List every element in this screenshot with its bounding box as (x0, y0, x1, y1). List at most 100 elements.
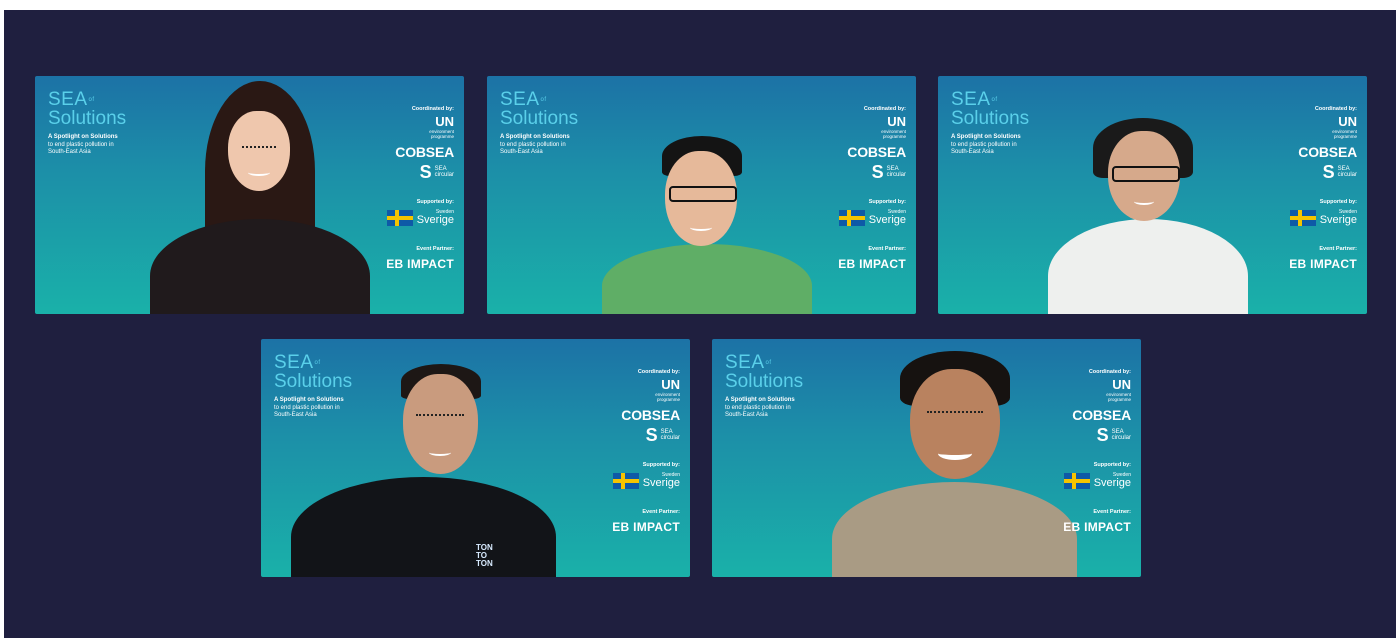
tile-text: South-East Asia (725, 412, 768, 418)
tile-text: SEA circular (661, 429, 680, 441)
tile-text: circular (434, 172, 454, 178)
un-logo: UN (1338, 114, 1357, 129)
torso (602, 244, 812, 314)
sweden-logo: Sweden Sverige (1051, 472, 1131, 489)
tile-text: Coordinated by: (1314, 106, 1357, 112)
tile-text: SEA circular (1112, 429, 1131, 441)
tile-text: S (1096, 425, 1109, 445)
sea-of-solutions-logo: SEAof Solutions (48, 89, 127, 129)
tile-text: A Spotlight on Solutions (500, 134, 570, 140)
un-logo: UN (661, 377, 680, 392)
tile-text: Solutions (48, 108, 127, 129)
tile-text: S (419, 162, 432, 182)
tile-text: South-East Asia (951, 149, 994, 155)
un-logo: UN (1112, 377, 1131, 392)
sea-circular-logo: S SEA circular (600, 426, 680, 444)
tile-text: SEAof (48, 89, 126, 110)
tile-text: Coordinated by: (637, 369, 680, 375)
tile-text: South-East Asia (274, 412, 317, 418)
tile-text: Sweden Sverige (1094, 472, 1131, 489)
tile-text: South-East Asia (500, 149, 543, 155)
sponsor-column: Coordinated by: UN environment programme… (374, 106, 454, 271)
tile-text: South-East Asia (48, 149, 91, 155)
glasses-icon (1112, 166, 1180, 182)
cobsea-logo: COBSEA (847, 144, 906, 160)
cobsea-logo: COBSEA (1298, 144, 1357, 160)
participant-tile-3[interactable]: SEAof Solutions A Spotlight on Solutions… (938, 76, 1367, 314)
tile-text: Supported by: (1319, 199, 1357, 205)
tile-text: Solutions (951, 108, 1030, 129)
sea-of-solutions-logo: SEAof Solutions (725, 352, 804, 392)
tile-text: Sweden Sverige (643, 472, 680, 489)
tile-text: programme (656, 397, 680, 402)
eyes (416, 414, 464, 418)
sponsor-column: Coordinated by: UN environment programme… (826, 106, 906, 271)
tile-text: SEA (274, 352, 314, 373)
tile-text: SEA circular (1338, 166, 1357, 178)
swedish-flag-icon (1289, 209, 1316, 226)
cobsea-logo: COBSEA (395, 144, 454, 160)
participant-tile-5[interactable]: SEAof Solutions A Spotlight on Solutions… (712, 339, 1141, 577)
face (228, 111, 290, 191)
participant-video (832, 339, 1077, 577)
tile-text: Event Partner: (1319, 246, 1357, 252)
eb-impact-logo: EB IMPACT (386, 257, 454, 271)
tile-text: of (765, 360, 772, 366)
tile-text: SEA circular (887, 166, 906, 178)
smile (429, 449, 451, 456)
tile-text: Solutions (500, 108, 579, 129)
tile-text: SEA (48, 89, 88, 110)
tile-text: Solutions (725, 371, 804, 392)
tile-text: Sweden Sverige (869, 209, 906, 226)
participant-tile-4[interactable]: TON TO TON SEAof Solutions A Spotlight on … (261, 339, 690, 577)
tile-text: circular (660, 435, 680, 441)
torso (291, 477, 556, 577)
tile-text: programme (1107, 397, 1131, 402)
un-logo: UN (435, 114, 454, 129)
tile-text: to end plastic pollution in (48, 141, 114, 148)
tile-text: Supported by: (416, 199, 454, 205)
tile-text: circular (886, 172, 906, 178)
tile-text: to end plastic pollution in (500, 141, 566, 148)
sweden-logo: Sweden Sverige (1277, 209, 1357, 226)
participant-tile-1[interactable]: SEAof Solutions A Spotlight on Solutions… (35, 76, 464, 314)
glasses-icon (669, 186, 737, 202)
tagline: A Spotlight on Solutions to end plastic p… (951, 134, 1071, 157)
tile-text: SEAof (500, 90, 578, 109)
tagline: A Spotlight on Solutions to end plastic p… (725, 397, 845, 420)
tile-text: of (991, 97, 998, 103)
tile-text: A Spotlight on Solutions (725, 397, 795, 403)
smile (690, 224, 712, 231)
tagline: A Spotlight on Solutions to end plastic p… (274, 397, 394, 420)
participant-video (150, 76, 370, 314)
cobsea-logo: COBSEA (1072, 407, 1131, 423)
face (910, 369, 1000, 479)
tile-text: Coordinated by: (863, 106, 906, 112)
eb-impact-logo: EB IMPACT (1289, 257, 1357, 271)
tile-text: Sverige (1319, 214, 1357, 226)
torso (150, 219, 370, 314)
tile-text: Supported by: (642, 462, 680, 468)
tile-text: to end plastic pollution in (274, 404, 340, 411)
smile (1134, 198, 1154, 205)
participant-tile-2[interactable]: SEAof Solutions A Spotlight on Solutions… (487, 76, 916, 314)
swedish-flag-icon (1063, 472, 1090, 489)
participant-video (1048, 76, 1248, 314)
participant-video (602, 76, 812, 314)
face (403, 374, 478, 474)
tile-text: SEA (951, 89, 991, 110)
tile-text: Sweden Sverige (1320, 209, 1357, 226)
sweden-logo: Sweden Sverige (600, 472, 680, 489)
smile (938, 447, 972, 460)
tagline: A Spotlight on Solutions to end plastic p… (500, 134, 620, 157)
tile-text: Sverige (1093, 477, 1131, 489)
tile-text: Event Partner: (416, 246, 454, 252)
sea-of-solutions-logo: SEAof Solutions (274, 352, 353, 392)
swedish-flag-icon (386, 209, 413, 226)
tile-text: SEA (725, 352, 765, 373)
tile-text: Solutions (274, 371, 353, 392)
tile-text: to end plastic pollution in (951, 141, 1017, 148)
torso (1048, 219, 1248, 314)
tile-text: of (88, 97, 95, 103)
tile-text: circular (1337, 172, 1357, 178)
